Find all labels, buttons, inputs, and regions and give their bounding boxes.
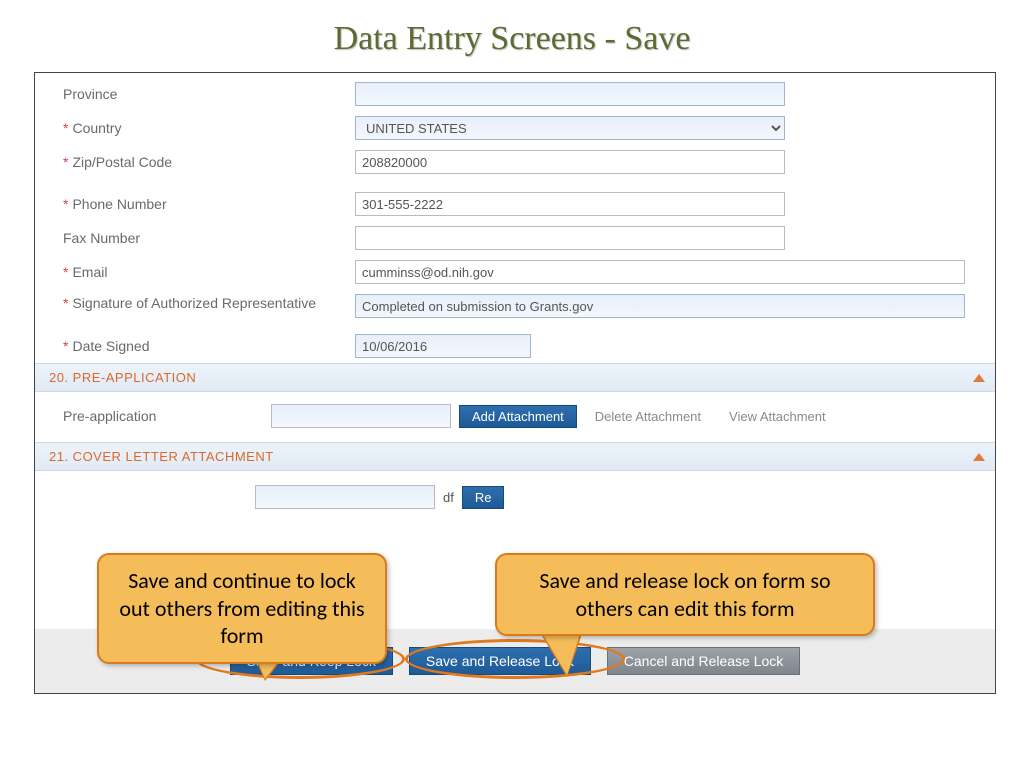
page-title: Data Entry Screens - Save: [0, 0, 1024, 72]
remove-button-fragment[interactable]: Re: [462, 486, 505, 509]
label-email: *Email: [45, 264, 355, 280]
phone-field[interactable]: [355, 192, 785, 216]
cover-file-field[interactable]: [255, 485, 435, 509]
delete-attachment-button[interactable]: Delete Attachment: [585, 406, 711, 427]
label-province: Province: [45, 86, 355, 102]
country-select[interactable]: UNITED STATES: [355, 116, 785, 140]
view-attachment-button[interactable]: View Attachment: [719, 406, 836, 427]
email-field[interactable]: [355, 260, 965, 284]
label-phone: *Phone Number: [45, 196, 355, 212]
cancel-release-lock-button[interactable]: Cancel and Release Lock: [607, 647, 801, 675]
label-date-signed: *Date Signed: [45, 338, 355, 354]
date-signed-field[interactable]: 10/06/2016: [355, 334, 531, 358]
preapplication-file-field[interactable]: [271, 404, 451, 428]
section-preapplication[interactable]: 20. PRE-APPLICATION: [35, 363, 995, 392]
callout-keep-lock: Save and continue to lock out others fro…: [97, 553, 387, 664]
signature-field: Completed on submission to Grants.gov: [355, 294, 965, 318]
label-country: *Country: [45, 120, 355, 136]
fax-field[interactable]: [355, 226, 785, 250]
label-fax: Fax Number: [45, 230, 355, 246]
label-signature: *Signature of Authorized Representative: [45, 294, 355, 312]
pdf-fragment: df: [443, 490, 454, 505]
collapse-icon: [973, 453, 985, 461]
label-zip: *Zip/Postal Code: [45, 154, 355, 170]
zip-field[interactable]: [355, 150, 785, 174]
callout-release-lock: Save and release lock on form so others …: [495, 553, 875, 636]
collapse-icon: [973, 374, 985, 382]
province-field[interactable]: [355, 82, 785, 106]
form-panel: Province *Country UNITED STATES *Zip/Pos…: [34, 72, 996, 694]
add-attachment-button[interactable]: Add Attachment: [459, 405, 577, 428]
section-cover-letter[interactable]: 21. COVER LETTER ATTACHMENT: [35, 442, 995, 471]
label-preapplication: Pre-application: [63, 408, 263, 424]
